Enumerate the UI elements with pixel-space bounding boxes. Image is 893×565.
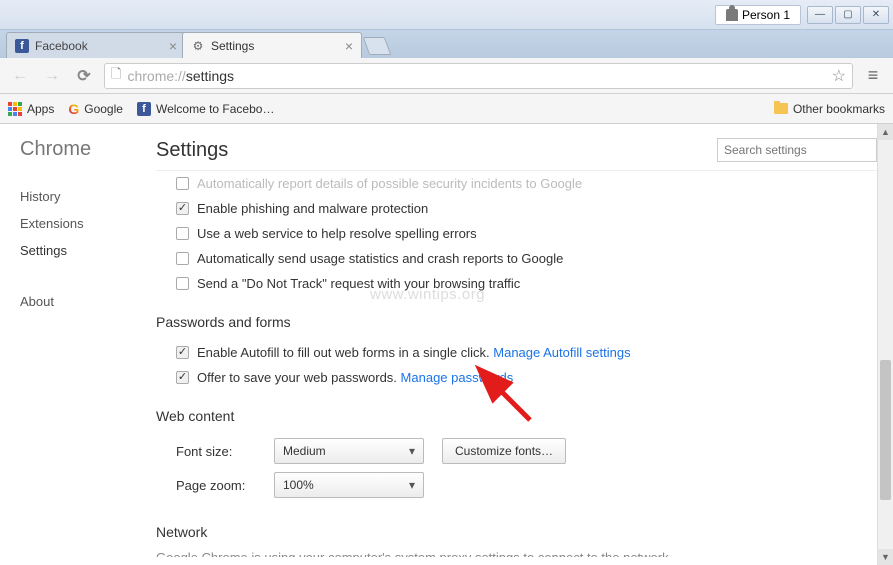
checkbox-label: Automatically report details of possible… [197,176,582,191]
checkbox-label: Offer to save your web passwords. [197,370,397,385]
font-size-select[interactable]: Medium [274,438,424,464]
back-button[interactable]: ← [8,64,32,88]
tab-strip: f Facebook × ⚙ Settings × [0,30,893,58]
privacy-row-usage: Automatically send usage statistics and … [156,246,877,271]
section-title: Passwords and forms [156,314,877,330]
sidebar-item-extensions[interactable]: Extensions [20,210,140,237]
profile-button[interactable]: Person 1 [715,5,801,25]
checkbox[interactable] [176,227,189,240]
checkbox-label: Enable Autofill to fill out web forms in… [197,345,490,360]
bookmark-label: Google [84,102,123,116]
bookmark-label: Welcome to Facebo… [156,102,275,116]
url-path: settings [186,68,234,84]
chrome-menu-button[interactable]: ≡ [861,65,885,86]
close-tab-icon[interactable]: × [169,38,177,54]
manage-autofill-link[interactable]: Manage Autofill settings [493,345,630,360]
tab-settings[interactable]: ⚙ Settings × [182,32,362,58]
person-icon [726,9,738,21]
settings-header: Settings [156,138,877,162]
close-window-button[interactable]: ✕ [863,6,889,24]
section-title: Web content [156,408,877,424]
checkbox[interactable] [176,346,189,359]
apps-button[interactable]: Apps [8,102,54,116]
manage-passwords-link[interactable]: Manage passwords [401,370,514,385]
privacy-row-spelling: Use a web service to help resolve spelli… [156,221,877,246]
font-size-label: Font size: [176,444,256,459]
privacy-row-phishing: Enable phishing and malware protection [156,196,877,221]
privacy-row-report-incidents: Automatically report details of possible… [156,171,877,196]
section-network: Network Google Chrome is using your comp… [156,524,877,557]
checkbox[interactable] [176,177,189,190]
bookmark-star-icon[interactable]: ☆ [832,66,846,86]
settings-body: Automatically report details of possible… [156,170,877,557]
scroll-down-button[interactable]: ▼ [878,549,893,565]
address-bar[interactable]: 🗋 chrome://settings ☆ [104,63,853,89]
section-webcontent: Web content Font size: Medium Customize … [156,408,877,502]
minimize-button[interactable]: — [807,6,833,24]
row-autofill: Enable Autofill to fill out web forms in… [156,340,877,365]
checkbox-label: Enable phishing and malware protection [197,201,428,216]
other-bookmarks[interactable]: Other bookmarks [774,102,885,116]
scroll-track[interactable] [878,140,893,549]
settings-heading: Settings [156,139,228,162]
page-icon: 🗋 [111,65,121,87]
new-tab-button[interactable] [363,37,392,55]
bookmark-google[interactable]: G Google [68,101,123,117]
row-font-size: Font size: Medium Customize fonts… [156,434,877,468]
scroll-thumb[interactable] [880,360,891,500]
window-titlebar: Person 1 — ▢ ✕ [0,0,893,30]
checkbox[interactable] [176,202,189,215]
content-area: Chrome History Extensions Settings About… [0,124,893,565]
sidebar-item-history[interactable]: History [20,183,140,210]
settings-main: Settings Automatically report details of… [140,124,893,565]
profile-label: Person 1 [742,8,790,22]
privacy-row-dnt: Send a "Do Not Track" request with your … [156,271,877,296]
forward-button[interactable]: → [40,64,64,88]
checkbox-label: Use a web service to help resolve spelli… [197,226,477,241]
folder-icon [774,103,788,114]
chrome-brand: Chrome [20,138,140,161]
checkbox-label: Automatically send usage statistics and … [197,251,563,266]
checkbox[interactable] [176,371,189,384]
page-zoom-label: Page zoom: [176,478,256,493]
tab-label: Settings [211,39,254,53]
customize-fonts-button[interactable]: Customize fonts… [442,438,566,464]
close-tab-icon[interactable]: × [345,38,353,54]
maximize-button[interactable]: ▢ [835,6,861,24]
bookmarks-bar: Apps G Google f Welcome to Facebo… Other… [0,94,893,124]
search-settings-input[interactable] [717,138,877,162]
page-zoom-select[interactable]: 100% [274,472,424,498]
browser-toolbar: ← → ⟳ 🗋 chrome://settings ☆ ≡ [0,58,893,94]
checkbox[interactable] [176,277,189,290]
vertical-scrollbar[interactable]: ▲ ▼ [877,124,893,565]
url-protocol: chrome:// [127,68,185,84]
scroll-up-button[interactable]: ▲ [878,124,893,140]
network-description: Google Chrome is using your computer's s… [156,550,877,557]
bookmark-facebook[interactable]: f Welcome to Facebo… [137,102,275,116]
sidebar-item-about[interactable]: About [20,288,140,315]
apps-icon [8,102,22,116]
facebook-icon: f [15,39,29,53]
gear-icon: ⚙ [191,39,205,53]
sidebar-item-settings[interactable]: Settings [20,237,140,264]
google-icon: G [68,101,79,117]
other-bookmarks-label: Other bookmarks [793,102,885,116]
section-passwords: Passwords and forms Enable Autofill to f… [156,314,877,390]
checkbox-label: Send a "Do Not Track" request with your … [197,276,520,291]
facebook-icon: f [137,102,151,116]
apps-label: Apps [27,102,54,116]
row-save-passwords: Offer to save your web passwords. Manage… [156,365,877,390]
settings-sidebar: Chrome History Extensions Settings About [0,124,140,565]
checkbox[interactable] [176,252,189,265]
tab-label: Facebook [35,39,88,53]
row-page-zoom: Page zoom: 100% [156,468,877,502]
tab-facebook[interactable]: f Facebook × [6,32,186,58]
section-title: Network [156,524,877,540]
reload-button[interactable]: ⟳ [72,64,96,88]
